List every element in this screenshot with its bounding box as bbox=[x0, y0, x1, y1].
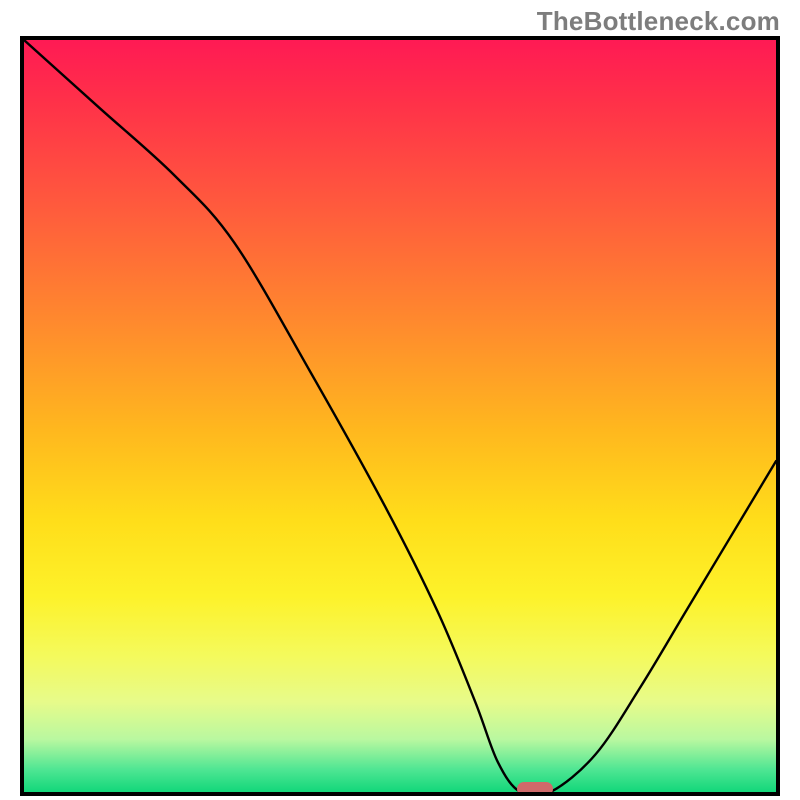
optimum-marker bbox=[517, 782, 553, 796]
bottleneck-curve bbox=[24, 40, 776, 792]
watermark-text: TheBottleneck.com bbox=[537, 6, 780, 37]
plot-area bbox=[20, 36, 780, 796]
chart-stage: TheBottleneck.com bbox=[0, 0, 800, 800]
